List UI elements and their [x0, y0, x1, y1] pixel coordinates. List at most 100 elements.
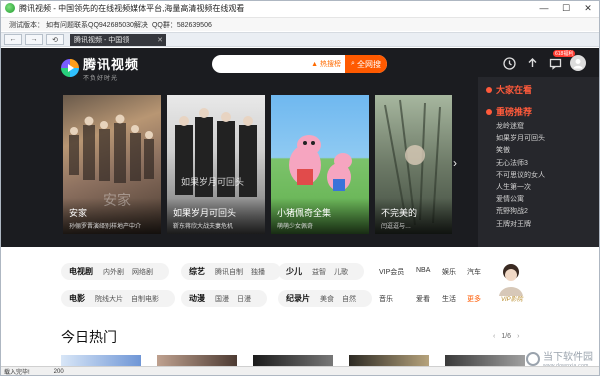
category-documentary[interactable]: 纪录片 美食 自然 — [278, 290, 372, 307]
category-variety[interactable]: 综艺 腾讯自制 独播 — [181, 263, 281, 280]
category-label: 电视剧 — [69, 267, 93, 276]
category-movie[interactable]: 电影 院线大片 自制电影 — [61, 290, 175, 307]
category-sub[interactable]: 内外剧 — [103, 267, 124, 277]
category-sub[interactable]: 自制电影 — [131, 294, 159, 304]
extra-link-ent[interactable]: 娱乐 — [442, 267, 456, 277]
search-button[interactable]: ⌕ 全网搜 — [345, 55, 387, 73]
category-sub[interactable]: 独播 — [251, 267, 265, 277]
history-icon[interactable] — [501, 55, 517, 71]
list-item[interactable]: 笑傲 — [496, 145, 596, 157]
list-item[interactable]: 如果岁月可回头 — [496, 133, 596, 145]
extra-link-watch[interactable]: 爱看 — [416, 294, 430, 304]
category-label: 综艺 — [189, 267, 205, 276]
site-logo[interactable]: 腾讯视频 不负好时光 — [61, 54, 139, 82]
minimize-button[interactable]: — — [533, 1, 555, 15]
extra-link-music[interactable]: 音乐 — [379, 294, 393, 304]
banner-subtitle: 萌萌少女佩奇 — [277, 224, 314, 230]
forward-button[interactable]: → — [25, 34, 43, 45]
fire-icon: ▲ — [311, 60, 318, 68]
thumbnail[interactable] — [349, 355, 429, 366]
category-sub[interactable]: 院线大片 — [95, 294, 123, 304]
list-item[interactable]: 王牌对王牌 — [496, 219, 596, 231]
window-controls: — ☐ ✕ — [533, 1, 599, 15]
window-title: 腾讯视频 - 中国领先的在线视频媒体平台,海量高清视频在线观看 — [19, 3, 245, 13]
category-sub[interactable]: 日漫 — [237, 294, 251, 304]
section-title: 今日热门 — [61, 329, 117, 345]
status-text: 载入完毕! — [4, 370, 30, 376]
hot-search-link[interactable]: ▲ 热搜榜 — [311, 59, 341, 69]
category-sub[interactable]: 国漫 — [215, 294, 229, 304]
category-sub[interactable]: 美食 — [320, 294, 334, 304]
banner-subtitle: 靳东蒋欣大战夫妻危机 — [173, 224, 234, 230]
logo-slogan: 不负好时光 — [83, 76, 119, 82]
extra-link-auto[interactable]: 汽车 — [467, 267, 481, 277]
thumbnail[interactable] — [61, 355, 141, 366]
app-icon — [5, 3, 15, 13]
watermark-logo-icon — [526, 351, 540, 366]
category-sub[interactable]: 自然 — [342, 294, 356, 304]
vip-promo-image[interactable] — [491, 262, 531, 296]
extra-link-vip[interactable]: VIP会员 — [379, 267, 404, 277]
banner-card[interactable]: 安家 孙俪罗晋演绎别样地产中介 安家 — [63, 95, 161, 234]
list-item[interactable]: 无心法师3 — [496, 158, 596, 170]
browser-tab[interactable]: 腾讯视频 - 中国领 ✕ — [70, 33, 166, 46]
logo-main-text: 腾讯视频 — [83, 57, 140, 72]
carousel-next-icon[interactable]: › — [453, 156, 457, 170]
search-box: ▲ 热搜榜 ⌕ 全网搜 — [212, 55, 387, 73]
banner-card[interactable]: 小猪佩奇全集 萌萌少女佩奇 — [271, 95, 369, 234]
upload-icon[interactable] — [524, 55, 540, 71]
thumbnail[interactable] — [445, 355, 525, 366]
dot-icon — [486, 86, 492, 93]
pager-next-icon[interactable]: › — [517, 333, 519, 340]
list-item[interactable]: 爱情公寓 — [496, 194, 596, 206]
extra-link-more[interactable]: 更多 — [467, 294, 481, 304]
logo-icon — [61, 59, 79, 77]
version-label: 测试版本： — [9, 21, 44, 29]
pager: ‹ 1/6 › — [487, 333, 525, 340]
thumbnail[interactable] — [157, 355, 237, 366]
tab-close-icon[interactable]: ✕ — [157, 36, 163, 44]
thumbnail[interactable] — [253, 355, 333, 366]
pager-prev-icon[interactable]: ‹ — [493, 333, 495, 340]
category-sub[interactable]: 网络剧 — [132, 267, 153, 277]
close-button[interactable]: ✕ — [577, 1, 599, 15]
banner-caption: 小猪佩奇全集 萌萌少女佩奇 — [271, 198, 369, 234]
category-anime[interactable]: 动漫 国漫 日漫 — [181, 290, 267, 307]
web-content: 腾讯视频 不负好时光 ▲ 热搜榜 ⌕ 全网搜 618福利 安家 孙俪罗晋演绎别样… — [1, 48, 599, 366]
banner-card[interactable]: 不完美的 闫逗逗与… — [375, 95, 452, 234]
qq-contact-text: 如有问题联系QQ942685030解决 — [46, 21, 148, 29]
status-code: 200 — [53, 368, 64, 375]
back-button[interactable]: ← — [4, 34, 22, 45]
banner-overlay-text: 如果岁月可回头 — [181, 177, 245, 187]
list-item[interactable]: 龙岭迷窟 — [496, 121, 596, 133]
category-sub[interactable]: 益智 — [312, 267, 326, 277]
extra-link-life[interactable]: 生活 — [442, 294, 456, 304]
banner-title: 不完美的 — [381, 208, 418, 218]
banner-title: 小猪佩奇全集 — [277, 208, 332, 218]
banner-card[interactable]: 如果岁月可回头 如果岁月可回头 靳东蒋欣大战夫妻危机 — [167, 95, 265, 234]
list-item[interactable]: 荒野狗战2 — [496, 206, 596, 218]
promo-badge: 618福利 — [553, 50, 576, 57]
refresh-button[interactable]: ⟲ — [46, 34, 64, 45]
category-sub[interactable]: 儿歌 — [334, 267, 348, 277]
search-button-label: 全网搜 — [356, 59, 381, 69]
category-label: 少儿 — [286, 267, 302, 276]
category-sub[interactable]: 腾讯自制 — [215, 267, 243, 277]
list-item[interactable]: 人生第一次 — [496, 182, 596, 194]
category-kids[interactable]: 少儿 益智 儿歌 — [278, 263, 364, 280]
category-label: 纪录片 — [286, 294, 310, 303]
banner-subtitle: 孙俪罗晋演绎别样地产中介 — [69, 224, 142, 230]
hot-search-label: 热搜榜 — [320, 61, 341, 68]
qq-group-text: QQ群：582639506 — [151, 21, 212, 29]
extra-link-nba[interactable]: NBA — [416, 267, 430, 274]
maximize-button[interactable]: ☐ — [555, 1, 577, 15]
user-avatar[interactable] — [570, 55, 586, 71]
category-tv[interactable]: 电视剧 内外剧 网络剧 — [61, 263, 169, 280]
banner-subtitle: 闫逗逗与… — [381, 224, 412, 230]
banner-caption: 如果岁月可回头 靳东蒋欣大战夫妻危机 — [167, 198, 265, 234]
list-item[interactable]: 不可思议的女人 — [496, 170, 596, 182]
search-input[interactable] — [212, 55, 312, 73]
message-icon[interactable]: 618福利 — [547, 50, 576, 71]
panel-title: 大家在看 — [486, 83, 532, 96]
banner-title: 如果岁月可回头 — [173, 208, 237, 218]
